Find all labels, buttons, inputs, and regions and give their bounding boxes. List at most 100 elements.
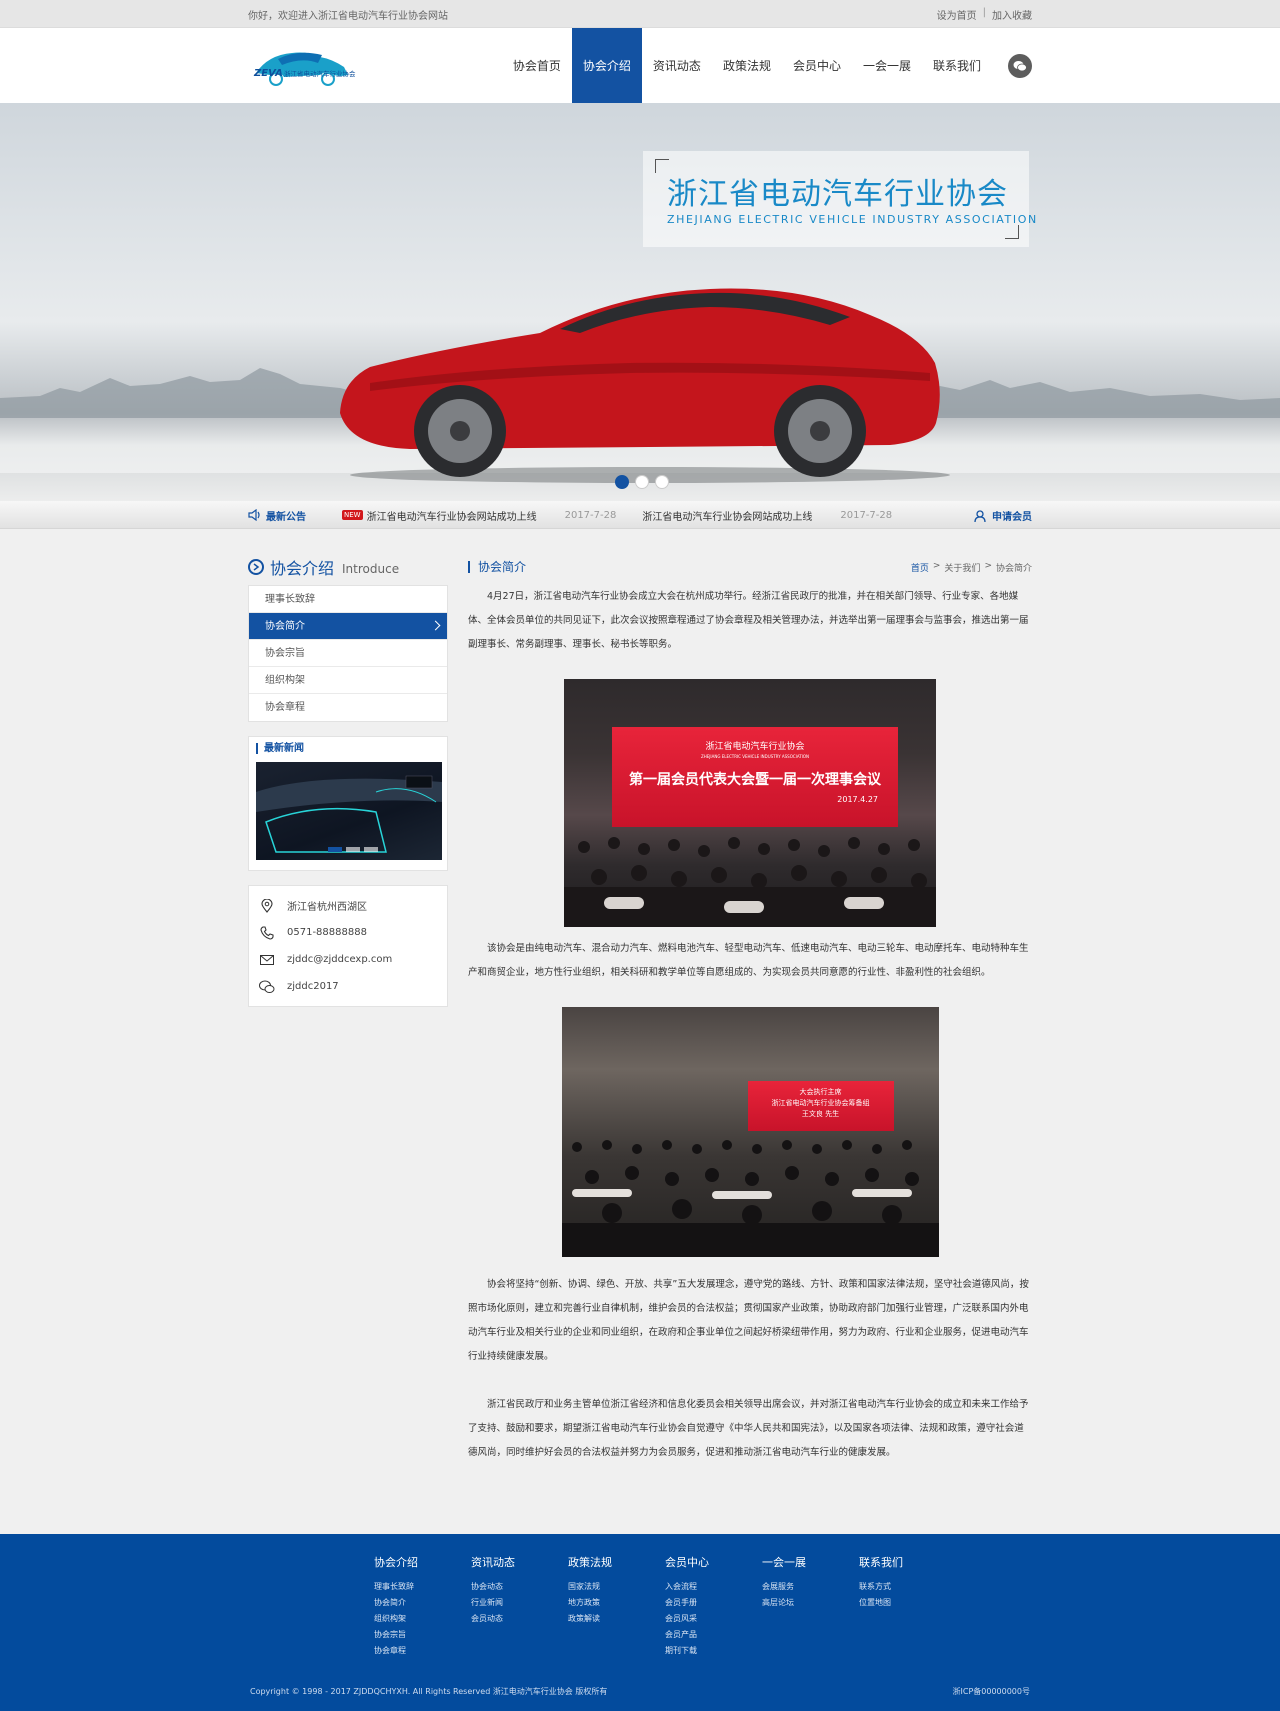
page-title: 协会简介 xyxy=(468,561,526,573)
footer-link[interactable]: 组织构架 xyxy=(374,1611,471,1627)
email-text[interactable]: zjddc@zjddcexp.com xyxy=(287,954,392,965)
nav-expo[interactable]: 一会一展 xyxy=(852,28,922,103)
main-area: 协会介绍 Introduce 理事长致辞 协会简介 协会宗旨 组织构架 协会章程… xyxy=(248,529,1032,1529)
sidebar-item-charter[interactable]: 协会章程 xyxy=(249,694,447,721)
footer-link[interactable]: 协会动态 xyxy=(471,1579,568,1595)
conference-screen: 浙江省电动汽车行业协会 ZHEJIANG ELECTRIC VEHICLE IN… xyxy=(612,727,898,827)
footer-col-title[interactable]: 联系我们 xyxy=(859,1554,956,1570)
nav-members[interactable]: 会员中心 xyxy=(782,28,852,103)
nav-about[interactable]: 协会介绍 xyxy=(571,28,642,103)
chevron-circle-icon xyxy=(248,559,264,575)
audience-image xyxy=(564,837,936,927)
top-links: 设为首页 | 加入收藏 xyxy=(937,7,1032,22)
user-icon xyxy=(974,509,986,522)
slide-dot-3[interactable] xyxy=(655,475,669,489)
nav-home[interactable]: 协会首页 xyxy=(502,28,572,103)
banner-subtitle: ZHEJIANG ELECTRIC VEHICLE INDUSTRY ASSOC… xyxy=(667,213,1038,226)
nav-news[interactable]: 资讯动态 xyxy=(642,28,712,103)
footer-link[interactable]: 理事长致辞 xyxy=(374,1579,471,1595)
icp-number[interactable]: 浙ICP备00000000号 xyxy=(953,1686,1031,1697)
news-dot-3[interactable] xyxy=(364,847,378,852)
footer-link[interactable]: 会员动态 xyxy=(471,1611,568,1627)
sidebar-menu: 理事长致辞 协会简介 协会宗旨 组织构架 协会章程 xyxy=(248,585,448,722)
notice-date: 2017-7-28 xyxy=(564,509,617,521)
separator: | xyxy=(982,6,986,18)
news-dot-1[interactable] xyxy=(328,847,342,852)
notice-text[interactable]: 浙江省电动汽车行业协会网站成功上线 xyxy=(642,508,812,523)
wechat-icon[interactable] xyxy=(1008,53,1032,78)
red-car-image xyxy=(340,288,950,483)
intro-paragraph-2: 该协会是由纯电动汽车、混合动力汽车、燃料电池汽车、轻型电动汽车、低速电动汽车、电… xyxy=(468,943,1029,978)
footer-col-title[interactable]: 政策法规 xyxy=(568,1554,665,1570)
footer-link[interactable]: 会员风采 xyxy=(665,1611,762,1627)
conference-photo-1: 浙江省电动汽车行业协会 ZHEJIANG ELECTRIC VEHICLE IN… xyxy=(564,679,936,927)
sidebar-item-chairman-speech[interactable]: 理事长致辞 xyxy=(249,586,447,613)
slide-dot-2[interactable] xyxy=(635,475,649,489)
logo-car-icon: ZEVA 浙江省电动汽车行业协会 xyxy=(253,52,356,86)
footer-link[interactable]: 会员产品 xyxy=(665,1627,762,1643)
news-dot-2[interactable] xyxy=(346,847,360,852)
notice-text[interactable]: 浙江省电动汽车行业协会网站成功上线 xyxy=(367,508,537,523)
latest-news-title: 最新新闻 xyxy=(256,743,440,754)
site-logo[interactable]: ZEVA 浙江省电动汽车行业协会 xyxy=(248,41,368,91)
slide-dot-1[interactable] xyxy=(615,475,629,489)
footer-link[interactable]: 地方政策 xyxy=(568,1595,665,1611)
nav-policy[interactable]: 政策法规 xyxy=(712,28,782,103)
footer-columns: 协会介绍 理事长致辞 协会简介 组织构架 协会宗旨 协会章程 资讯动态 协会动态… xyxy=(374,1554,956,1659)
intro-paragraph-4: 浙江省民政厅和业务主管单位浙江省经济和信息化委员会相关领导出席会议，并对浙江省电… xyxy=(468,1399,1029,1458)
footer-link[interactable]: 会员手册 xyxy=(665,1595,762,1611)
contact-phone: 0571-88888888 xyxy=(259,919,437,946)
car-interior-image xyxy=(256,775,442,853)
screen-logo-en: ZHEJIANG ELECTRIC VEHICLE INDUSTRY ASSOC… xyxy=(700,754,810,759)
address-text: 浙江省杭州西湖区 xyxy=(287,902,367,913)
notice-item[interactable]: NEW 浙江省电动汽车行业协会网站成功上线 xyxy=(342,508,537,523)
footer-link[interactable]: 协会简介 xyxy=(374,1595,471,1611)
sidebar-item-structure[interactable]: 组织构架 xyxy=(249,667,447,694)
content-header: 协会简介 首页 > 关于我们 > 协会简介 xyxy=(468,553,1032,581)
apply-member-button[interactable]: 申请会员 xyxy=(974,508,1032,523)
footer-link[interactable]: 会展服务 xyxy=(762,1579,859,1595)
phone-icon xyxy=(259,925,275,941)
nav-contact[interactable]: 联系我们 xyxy=(922,28,992,103)
breadcrumb-home[interactable]: 首页 xyxy=(911,561,929,574)
sidebar-item-purpose[interactable]: 协会宗旨 xyxy=(249,640,447,667)
sidebar-item-intro[interactable]: 协会简介 xyxy=(249,613,447,640)
email-icon xyxy=(259,952,275,968)
footer-col-expo: 一会一展 会展服务 高层论坛 xyxy=(762,1554,859,1659)
footer-col-title[interactable]: 协会介绍 xyxy=(374,1554,471,1570)
footer-link[interactable]: 行业新闻 xyxy=(471,1595,568,1611)
footer-link[interactable]: 入会流程 xyxy=(665,1579,762,1595)
footer-col-news: 资讯动态 协会动态 行业新闻 会员动态 xyxy=(471,1554,568,1659)
footer-link[interactable]: 协会章程 xyxy=(374,1643,471,1659)
wechat-icon xyxy=(259,979,275,995)
sidebar-title: 协会介绍 Introduce xyxy=(248,553,448,581)
news-image[interactable] xyxy=(256,762,442,860)
footer-col-contact: 联系我们 联系方式 位置地图 xyxy=(859,1554,956,1659)
breadcrumb-about[interactable]: 关于我们 xyxy=(944,561,980,574)
news-pagination xyxy=(328,847,378,852)
footer-link[interactable]: 期刊下载 xyxy=(665,1643,762,1659)
location-pin-icon xyxy=(259,898,275,914)
svg-text:浙江省电动汽车行业协会: 浙江省电动汽车行业协会 xyxy=(284,69,356,78)
footer-link[interactable]: 联系方式 xyxy=(859,1579,956,1595)
set-home-link[interactable]: 设为首页 xyxy=(937,7,977,22)
new-badge: NEW xyxy=(342,510,363,520)
footer-link[interactable]: 国家法规 xyxy=(568,1579,665,1595)
add-favorite-link[interactable]: 加入收藏 xyxy=(992,7,1032,22)
main-nav: 协会首页 协会介绍 资讯动态 政策法规 会员中心 一会一展 联系我们 xyxy=(502,28,1032,103)
footer-col-title[interactable]: 会员中心 xyxy=(665,1554,762,1570)
footer-col-title[interactable]: 一会一展 xyxy=(762,1554,859,1570)
footer-link[interactable]: 位置地图 xyxy=(859,1595,956,1611)
apply-member-label: 申请会员 xyxy=(992,512,1032,523)
footer-link[interactable]: 政策解读 xyxy=(568,1611,665,1627)
breadcrumb-current: 协会简介 xyxy=(995,563,1032,574)
top-bar: 你好，欢迎进入浙江省电动汽车行业协会网站 设为首页 | 加入收藏 xyxy=(0,0,1280,28)
footer-link[interactable]: 高层论坛 xyxy=(762,1595,859,1611)
wechat-id-text: zjddc2017 xyxy=(287,981,339,992)
footer-col-title[interactable]: 资讯动态 xyxy=(471,1554,568,1570)
chevron-right-icon xyxy=(430,620,441,631)
footer-link[interactable]: 协会宗旨 xyxy=(374,1627,471,1643)
screen-line-1: 大会执行主席 xyxy=(799,1088,842,1096)
notice-item[interactable]: 浙江省电动汽车行业协会网站成功上线 xyxy=(642,508,812,523)
screen-date: 2017.4.27 xyxy=(837,795,878,804)
